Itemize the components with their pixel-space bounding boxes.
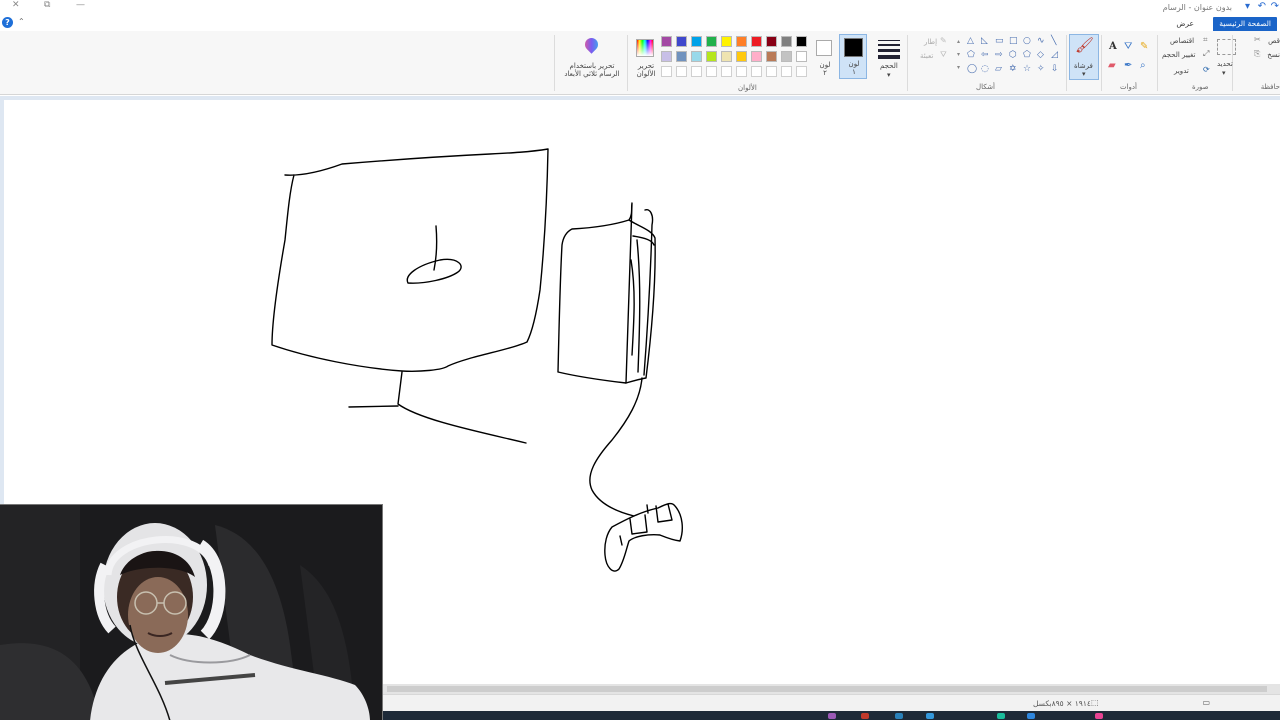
controller-stick [619, 535, 623, 546]
paint-window: ✕ ⧉ — بدون عنوان - الرسام ▾ ↶ ↷ الصفحة ا… [0, 0, 1280, 720]
taskbar-app-icon[interactable] [1095, 713, 1103, 719]
monitor-logo-base [406, 258, 462, 284]
horizontal-scrollbar[interactable] [383, 684, 1280, 694]
controller-cable [589, 377, 643, 517]
monitor-stand [397, 371, 527, 444]
monitor-sketch [271, 148, 549, 444]
taskbar-app-icon[interactable] [997, 713, 1005, 719]
scrollbar-thumb[interactable] [387, 686, 1267, 692]
monitor-outline [271, 148, 549, 372]
taskbar-app-icon[interactable] [828, 713, 836, 719]
monitor-logo-stem [433, 225, 438, 271]
controller-sketch [589, 377, 683, 572]
console-sketch [557, 202, 656, 384]
taskbar-app-icon[interactable] [861, 713, 869, 719]
controller-dpad [629, 514, 648, 535]
console-front [557, 202, 633, 384]
canvas-dimensions: ١٩١٤ × ٨٩٥بكسل [1033, 699, 1091, 708]
taskbar-app-icon[interactable] [926, 713, 934, 719]
controller-buttons [655, 503, 673, 523]
console-detail-1 [630, 259, 635, 356]
webcam-overlay [0, 504, 383, 720]
status-bar: ١٩١٤ × ٨٩٥بكسل ⬚ ▭ [383, 694, 1280, 711]
selection-size-icon: ▭ [1202, 698, 1210, 707]
controller-detail [646, 504, 649, 514]
taskbar-app-icon[interactable] [1027, 713, 1035, 719]
monitor-stand-base [348, 405, 399, 408]
taskbar-app-icon[interactable] [895, 713, 903, 719]
console-detail-3 [636, 239, 641, 373]
dimensions-icon: ⬚ [1091, 698, 1099, 707]
taskbar [383, 711, 1280, 720]
console-detail-2 [643, 208, 654, 376]
webcam-person-image [0, 505, 382, 720]
